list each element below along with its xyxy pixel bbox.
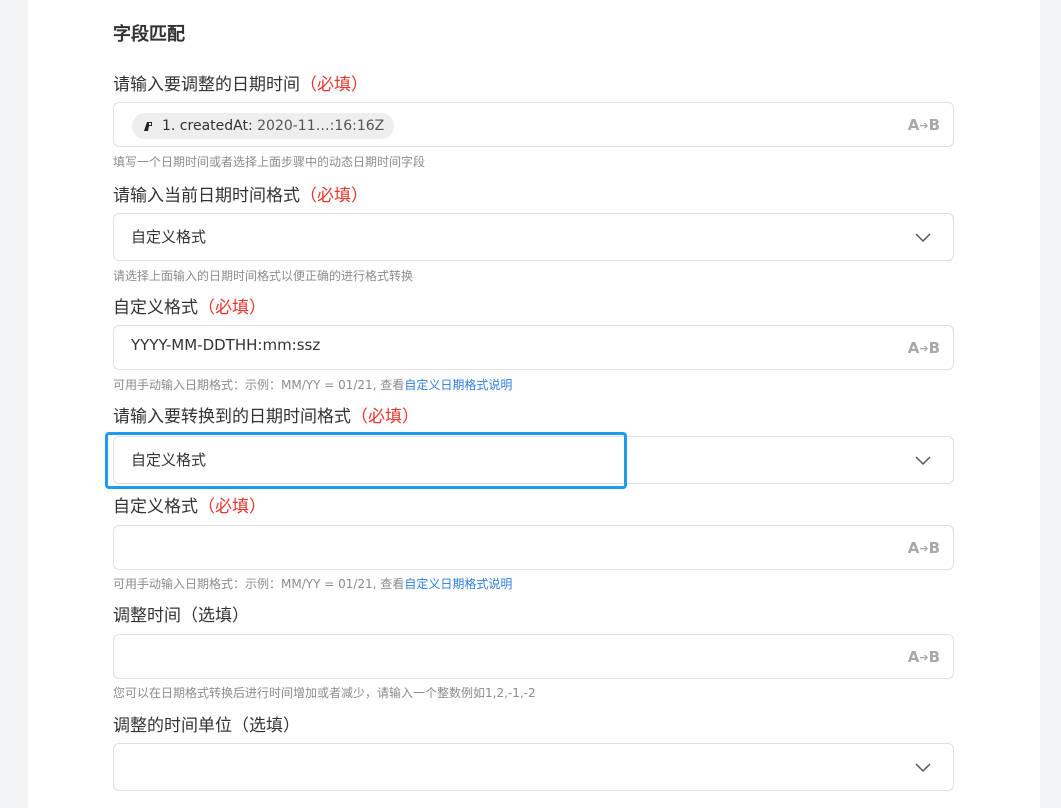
dynamic-field-chip[interactable]: 1. createdAt: 2020-11…:16:16Z	[132, 113, 395, 139]
required-mark: （必填）	[300, 75, 368, 95]
custom-format-1-help: 可用手动输入日期格式：示例：MM/YY = 01/21, 查看自定义日期格式说明	[113, 377, 512, 393]
step-app-icon	[144, 122, 152, 131]
target-format-select[interactable]: 自定义格式	[113, 436, 954, 484]
chip-value: 2020-11…:16:16Z	[257, 118, 385, 134]
required-mark: （必填）	[300, 186, 368, 206]
chip-step-label: 1. createdAt:	[162, 118, 253, 134]
text-mode-icon[interactable]: A➔B	[908, 647, 940, 668]
text-mode-icon[interactable]: A➔B	[908, 115, 940, 136]
help-text: 可用手动输入日期格式：示例：MM/YY = 01/21, 查看	[113, 378, 405, 392]
input-datetime-help: 填写一个日期时间或者选择上面步骤中的动态日期时间字段	[113, 155, 426, 169]
adjust-unit-select[interactable]	[113, 743, 954, 791]
adjust-time-help: 您可以在日期格式转换后进行时间增加或者减少，请输入一个整数例如1,2,-1,-2	[113, 686, 536, 700]
custom-format-1-label: 自定义格式（必填）	[113, 296, 266, 320]
help-text: 可用手动输入日期格式：示例：MM/YY = 01/21, 查看	[113, 577, 405, 591]
required-mark: （必填）	[198, 497, 266, 517]
adjust-time-label: 调整时间（选填）	[113, 606, 249, 626]
label-text: 请输入要转换到的日期时间格式	[113, 407, 351, 427]
adjust-time-input[interactable]: A➔B	[113, 634, 954, 679]
current-format-select[interactable]: 自定义格式	[113, 213, 954, 261]
text-mode-icon[interactable]: A➔B	[908, 338, 940, 359]
target-format-label: 请输入要转换到的日期时间格式（必填）	[113, 405, 419, 429]
custom-format-2-help: 可用手动输入日期格式：示例：MM/YY = 01/21, 查看自定义日期格式说明	[113, 576, 512, 592]
custom-format-2-label: 自定义格式（必填）	[113, 495, 266, 519]
format-docs-link[interactable]: 自定义日期格式说明	[404, 378, 512, 392]
current-format-label: 请输入当前日期时间格式（必填）	[113, 184, 368, 208]
custom-format-1-value: YYYY-MM-DDTHH:mm:ssz	[131, 336, 321, 354]
label-text: 自定义格式	[113, 298, 198, 318]
section-title: 字段匹配	[113, 24, 185, 45]
target-format-value: 自定义格式	[131, 451, 207, 469]
format-docs-link[interactable]: 自定义日期格式说明	[404, 577, 512, 591]
input-datetime-label: 请输入要调整的日期时间（必填）	[113, 73, 368, 97]
label-text: 自定义格式	[113, 497, 198, 517]
input-datetime-field[interactable]: 1. createdAt: 2020-11…:16:16Z A➔B	[113, 102, 954, 147]
current-format-value: 自定义格式	[131, 228, 207, 246]
custom-format-2-input[interactable]: A➔B	[113, 525, 954, 570]
text-mode-icon[interactable]: A➔B	[908, 538, 940, 559]
chevron-down-icon	[915, 233, 931, 243]
required-mark: （必填）	[351, 407, 419, 427]
chevron-down-icon	[915, 763, 931, 773]
chevron-down-icon	[915, 456, 931, 466]
adjust-unit-label: 调整的时间单位（选填）	[113, 716, 300, 736]
label-text: 请输入要调整的日期时间	[113, 75, 300, 95]
current-format-help: 请选择上面输入的日期时间格式以便正确的进行格式转换	[113, 269, 414, 283]
required-mark: （必填）	[198, 298, 266, 318]
custom-format-1-input[interactable]: YYYY-MM-DDTHH:mm:ssz A➔B	[113, 325, 954, 370]
label-text: 请输入当前日期时间格式	[113, 186, 300, 206]
